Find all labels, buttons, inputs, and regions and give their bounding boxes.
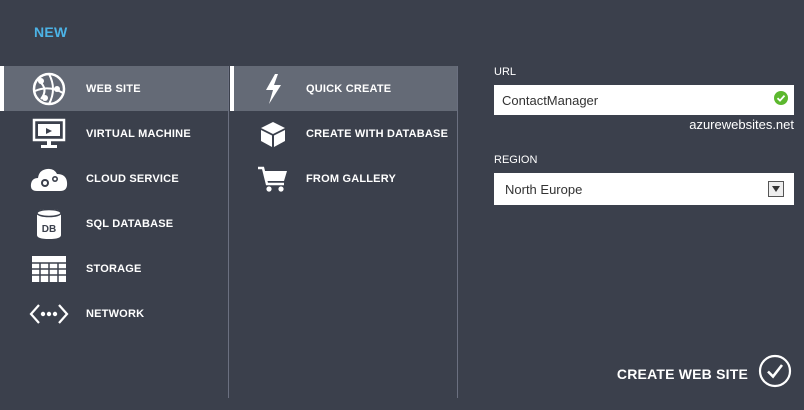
- category-label: SQL DATABASE: [86, 217, 174, 230]
- category-label: NETWORK: [86, 307, 145, 320]
- category-cloud-service[interactable]: CLOUD SERVICE: [0, 156, 228, 201]
- category-virtual-machine[interactable]: VIRTUAL MACHINE: [0, 111, 228, 156]
- option-label: QUICK CREATE: [306, 82, 392, 95]
- virtual-machine-icon: [0, 111, 86, 156]
- cloud-service-icon: [0, 156, 86, 201]
- option-from-gallery[interactable]: FROM GALLERY: [230, 156, 457, 201]
- region-value: North Europe: [505, 181, 583, 197]
- checkmark-circle-icon: [758, 354, 792, 393]
- option-quick-create[interactable]: QUICK CREATE: [230, 66, 457, 111]
- create-web-site-label: CREATE WEB SITE: [616, 365, 748, 382]
- region-select[interactable]: North Europe: [494, 173, 794, 205]
- category-label: WEB SITE: [86, 82, 141, 95]
- web-site-icon: [0, 66, 86, 111]
- storage-icon: [0, 246, 86, 291]
- url-label: URL: [494, 66, 517, 78]
- option-label: CREATE WITH DATABASE: [306, 127, 449, 140]
- region-label: REGION: [494, 154, 538, 166]
- category-label: CLOUD SERVICE: [86, 172, 179, 185]
- url-input[interactable]: ContactManager: [494, 85, 794, 115]
- category-storage[interactable]: STORAGE: [0, 246, 228, 291]
- create-web-site-button[interactable]: CREATE WEB SITE: [617, 354, 792, 393]
- category-label: VIRTUAL MACHINE: [86, 127, 191, 140]
- chevron-down-icon[interactable]: [768, 181, 784, 197]
- category-network[interactable]: NETWORK: [0, 291, 228, 336]
- category-web-site[interactable]: WEB SITE: [0, 66, 228, 111]
- url-value: ContactManager: [502, 92, 599, 108]
- quick-create-form: URL ContactManager azurewebsites.net REG…: [494, 66, 794, 205]
- cart-icon: [230, 156, 306, 201]
- option-create-with-database[interactable]: CREATE WITH DATABASE: [230, 111, 457, 156]
- sql-database-icon: DB: [0, 201, 86, 246]
- svg-text:DB: DB: [42, 224, 56, 235]
- page-title: NEW: [34, 24, 68, 40]
- url-suffix: azurewebsites.net: [689, 117, 794, 132]
- create-option-list: QUICK CREATE CREATE WITH DATABASE FROM G…: [230, 66, 458, 398]
- category-sql-database[interactable]: DB SQL DATABASE: [0, 201, 228, 246]
- package-icon: [230, 111, 306, 156]
- network-icon: [0, 291, 86, 336]
- option-label: FROM GALLERY: [306, 172, 396, 185]
- valid-check-icon: [774, 90, 788, 110]
- category-label: STORAGE: [86, 262, 142, 275]
- lightning-icon: [230, 66, 306, 111]
- category-list: WEB SITE VIRTUAL MACHINE CLOUD SERVICE D…: [0, 66, 229, 398]
